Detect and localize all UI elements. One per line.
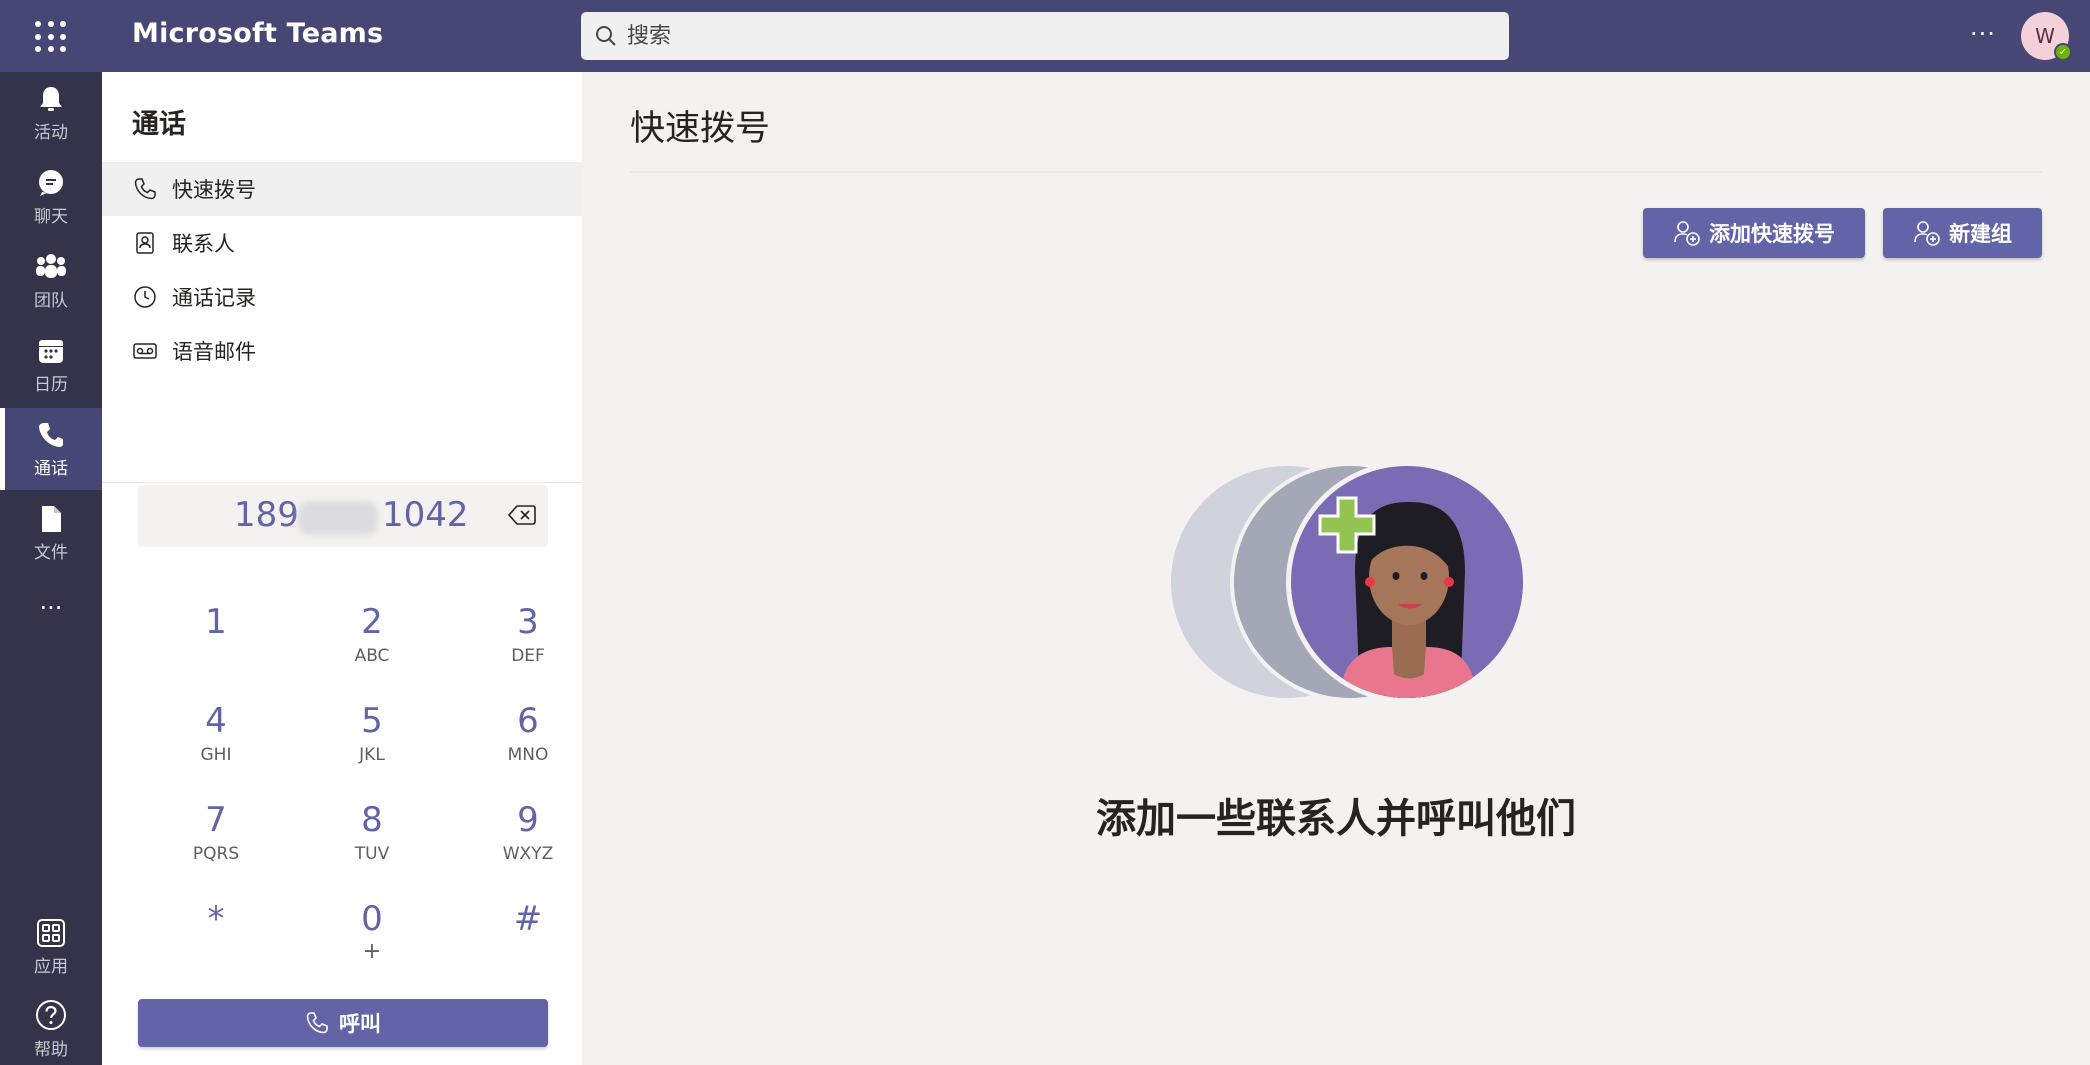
- phone-outline-icon: [132, 176, 158, 202]
- app-title: Microsoft Teams: [132, 18, 384, 49]
- rail-item-label: 应用: [34, 956, 68, 977]
- phone-icon: [39, 422, 63, 447]
- redacted-digits: [298, 501, 378, 535]
- avatar-initial: W: [2035, 24, 2055, 48]
- key-hash[interactable]: #: [458, 899, 598, 989]
- app-bar: 活动 聊天 团队 日历 通话 文件 ··· 应用 帮助: [0, 72, 102, 1065]
- rail-more-apps[interactable]: ···: [0, 594, 102, 644]
- rail-item-apps[interactable]: 应用: [0, 906, 102, 988]
- avatar[interactable]: W ✓: [2021, 12, 2072, 61]
- backspace-icon[interactable]: [507, 504, 536, 530]
- rail-item-activity[interactable]: 活动: [0, 72, 102, 154]
- bell-icon: [40, 86, 62, 111]
- rail-item-teams[interactable]: 团队: [0, 240, 102, 322]
- search-input[interactable]: [627, 23, 1487, 49]
- help-icon: [36, 999, 66, 1030]
- dial-number-start: 189: [234, 495, 299, 535]
- add-speed-dial-label: 添加快速拨号: [1709, 222, 1835, 246]
- voicemail-icon: [132, 338, 158, 364]
- teams-icon: [36, 253, 66, 278]
- call-button[interactable]: 呼叫: [138, 999, 548, 1047]
- key-star[interactable]: *: [146, 899, 286, 989]
- call-button-label: 呼叫: [339, 1012, 381, 1036]
- rail-item-help[interactable]: 帮助: [0, 988, 102, 1065]
- nav-item-label: 语音邮件: [172, 340, 256, 364]
- nav-item-label: 快速拨号: [172, 178, 256, 202]
- add-person-icon: [1914, 221, 1940, 246]
- nav-contacts[interactable]: 联系人: [102, 216, 582, 270]
- rail-item-chat[interactable]: 聊天: [0, 156, 102, 238]
- rail-item-label: 团队: [34, 290, 68, 311]
- file-icon: [42, 505, 61, 532]
- rail-item-label: 活动: [34, 122, 68, 143]
- key-1[interactable]: 1: [146, 602, 286, 692]
- nav-voicemail[interactable]: 语音邮件: [102, 324, 582, 378]
- rail-item-label: 日历: [34, 374, 68, 395]
- panel-title: 通话: [132, 109, 186, 140]
- nav-speed-dial[interactable]: 快速拨号: [102, 162, 582, 216]
- phone-outline-icon: [306, 1012, 328, 1034]
- dial-number-field[interactable]: 189 1042: [138, 485, 548, 547]
- rail-item-files[interactable]: 文件: [0, 492, 102, 574]
- calendar-icon: [39, 339, 63, 363]
- presence-available-icon: ✓: [2054, 43, 2072, 61]
- new-group-button[interactable]: 新建组: [1883, 208, 2042, 258]
- search-box[interactable]: [581, 12, 1509, 60]
- calls-panel: 通话 快速拨号 联系人 通话记录 语音邮件 189 1042 1 2 ABC 3D: [102, 72, 582, 1065]
- new-group-label: 新建组: [1949, 222, 2012, 246]
- dial-number-end: 1042: [382, 495, 469, 535]
- app-launcher-icon[interactable]: [28, 14, 74, 60]
- key-2[interactable]: 2 ABC: [302, 602, 442, 692]
- add-person-icon: [1674, 221, 1700, 246]
- divider: [102, 482, 582, 483]
- nav-item-label: 通话记录: [172, 286, 256, 310]
- key-9[interactable]: 9 WXYZ: [458, 800, 598, 890]
- rail-item-label: 聊天: [34, 206, 68, 227]
- rail-item-label: 通话: [34, 458, 68, 479]
- top-bar: Microsoft Teams ··· W ✓: [0, 0, 2090, 72]
- rail-item-calls[interactable]: 通话: [0, 408, 102, 490]
- chat-icon: [39, 169, 63, 196]
- rail-item-label: 帮助: [34, 1039, 68, 1060]
- contacts-illustration: [1171, 462, 1528, 702]
- divider: [630, 171, 2042, 173]
- nav-item-label: 联系人: [172, 232, 235, 256]
- key-7[interactable]: 7 PQRS: [146, 800, 286, 890]
- key-0[interactable]: 0 +: [302, 899, 442, 989]
- more-options-icon[interactable]: ···: [1970, 20, 1996, 48]
- rail-item-calendar[interactable]: 日历: [0, 324, 102, 406]
- apps-icon: [37, 918, 65, 947]
- key-6[interactable]: 6 MNO: [458, 701, 598, 791]
- empty-state-message: 添加一些联系人并呼叫他们: [1096, 796, 1576, 842]
- clock-icon: [132, 284, 158, 310]
- page-title: 快速拨号: [630, 109, 771, 149]
- nav-history[interactable]: 通话记录: [102, 270, 582, 324]
- key-8[interactable]: 8 TUV: [302, 800, 442, 890]
- key-3[interactable]: 3 DEF: [458, 602, 598, 692]
- key-5[interactable]: 5 JKL: [302, 701, 442, 791]
- add-speed-dial-button[interactable]: 添加快速拨号: [1643, 208, 1865, 258]
- contacts-icon: [132, 230, 158, 256]
- rail-item-label: 文件: [34, 542, 68, 563]
- key-4[interactable]: 4 GHI: [146, 701, 286, 791]
- search-icon: [596, 26, 616, 46]
